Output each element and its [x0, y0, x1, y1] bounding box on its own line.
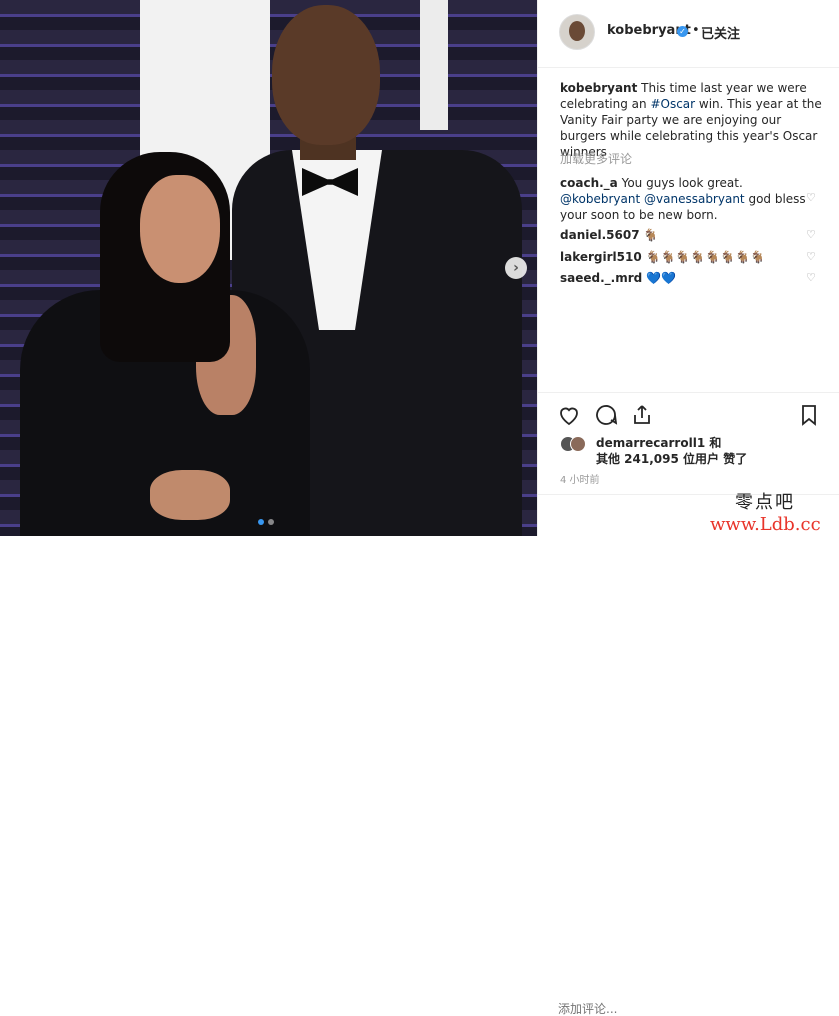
heart-icon[interactable]: ♡	[806, 271, 816, 284]
post-timestamp[interactable]: 4 小时前	[560, 471, 600, 486]
post-header: kobebryant ✓ • 已关注	[538, 0, 839, 68]
heart-icon[interactable]: ♡	[806, 250, 816, 263]
avatar[interactable]	[559, 14, 595, 50]
comment-button[interactable]	[593, 402, 619, 428]
comment-icon	[596, 405, 618, 425]
bookmark-icon	[802, 405, 816, 426]
likes-liker[interactable]: demarrecarroll1 和	[596, 434, 721, 451]
header-separator: •	[692, 23, 700, 38]
comment-text: 💙💙	[642, 271, 676, 285]
comment-mention[interactable]: @kobebryant	[560, 192, 640, 206]
heart-icon	[560, 407, 578, 426]
post-caption: kobebryant This time last year we were c…	[560, 80, 828, 160]
carousel-next-button[interactable]: ›	[505, 257, 527, 279]
watermark-url: www.Ldb.cc	[710, 514, 821, 535]
verified-badge-icon: ✓	[677, 26, 688, 37]
chevron-right-icon: ›	[513, 260, 519, 276]
carousel-dot-active	[258, 519, 264, 525]
follow-status-button[interactable]: 已关注	[701, 23, 740, 42]
photo-wall-panel-2	[420, 0, 448, 130]
carousel-dot	[268, 519, 274, 525]
photo-woman-face	[140, 175, 220, 283]
comment-item: saeed._.mrd 💙💙	[560, 270, 810, 286]
photo-man-head	[272, 5, 380, 145]
share-icon	[634, 405, 650, 424]
watermark-title: 零点吧	[735, 492, 795, 513]
load-more-comments[interactable]: 加载更多评论	[560, 150, 632, 167]
comment-username[interactable]: coach._a	[560, 176, 618, 190]
likes-count[interactable]: 其他 241,095 位用户 赞了	[596, 450, 747, 467]
post-side-panel: kobebryant ✓ • 已关注 kobebryant This time …	[537, 0, 839, 1016]
comment-item: lakergirl510 🐐🐐🐐🐐🐐🐐🐐🐐	[560, 249, 810, 265]
heart-icon[interactable]: ♡	[806, 228, 816, 241]
share-button[interactable]	[629, 402, 655, 428]
photo-woman-hand	[150, 470, 230, 520]
avatar[interactable]	[570, 436, 586, 452]
caption-username[interactable]: kobebryant	[560, 81, 637, 95]
like-button[interactable]	[556, 402, 582, 428]
comment-input[interactable]	[558, 1002, 718, 1016]
comment-item: daniel.5607 🐐	[560, 227, 810, 243]
heart-icon[interactable]: ♡	[806, 191, 816, 204]
comment-username[interactable]: lakergirl510	[560, 250, 642, 264]
actions-divider	[538, 392, 839, 393]
comment-text: 🐐🐐🐐🐐🐐🐐🐐🐐	[641, 250, 766, 264]
comment-mention[interactable]: @vanessabryant	[644, 192, 745, 206]
comment-username[interactable]: daniel.5607	[560, 228, 640, 242]
carousel-indicator	[258, 519, 274, 525]
post-photo[interactable]: ›	[0, 0, 537, 536]
comment-username[interactable]: saeed._.mrd	[560, 271, 642, 285]
caption-hashtag[interactable]: #Oscar	[650, 97, 695, 111]
comment-text: 🐐	[639, 228, 659, 242]
comment-item: coach._a You guys look great. @kobebryan…	[560, 175, 810, 223]
comment-text: You guys look great.	[617, 176, 743, 190]
save-button[interactable]	[796, 402, 822, 428]
